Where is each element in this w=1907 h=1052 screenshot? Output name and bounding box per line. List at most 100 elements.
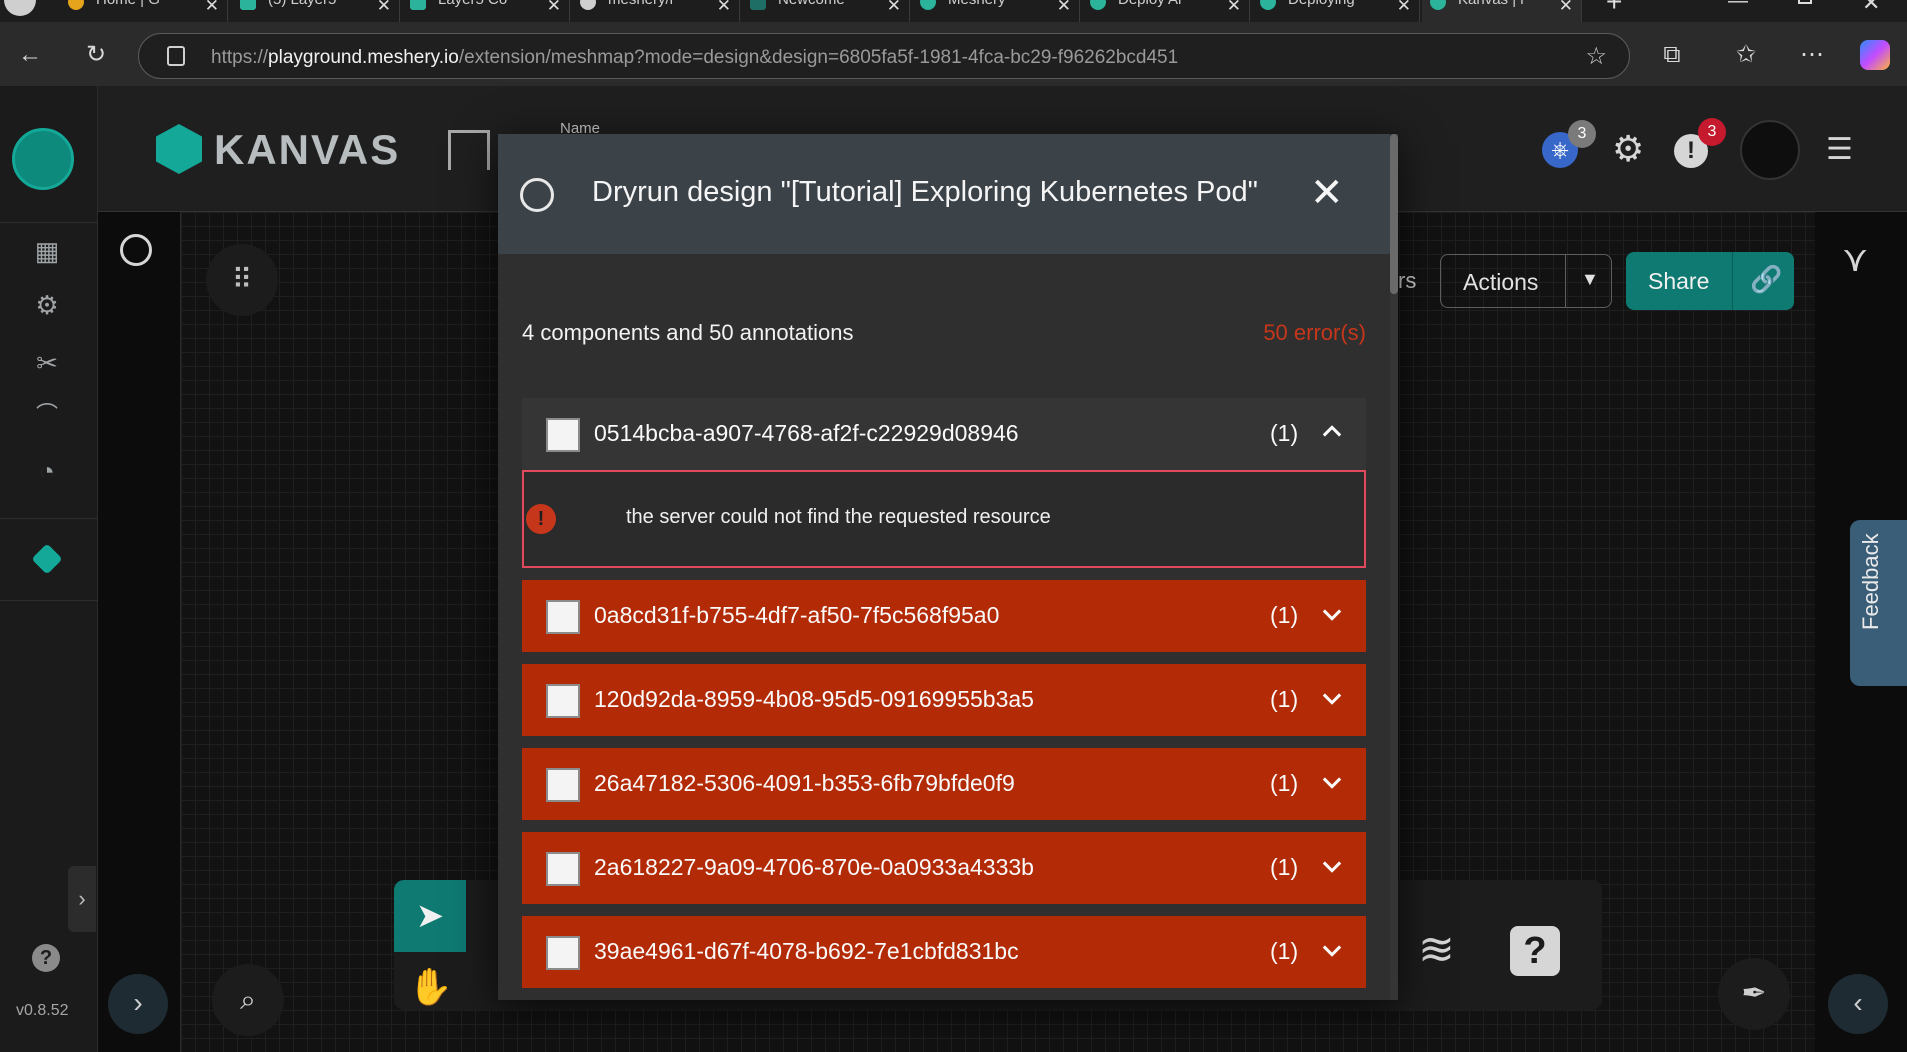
help-icon[interactable]: ? [32, 944, 60, 972]
dryrun-summary: 4 components and 50 annotations [522, 320, 854, 345]
component-row-expanded[interactable]: 0514bcba-a907-4768-af2f-c22929d08946 (1) [522, 398, 1366, 470]
pen-tool-icon[interactable]: ✒ [1718, 958, 1790, 1030]
actions-dropdown-icon[interactable]: ▼ [1581, 269, 1599, 290]
component-error-count: (1) [1270, 602, 1299, 628]
expand-left-button[interactable]: › [108, 974, 168, 1034]
browser-tab-active[interactable]: Kanvas | r ✕ [1422, 0, 1582, 22]
feedback-tab[interactable]: Feedback [1850, 520, 1907, 686]
browser-tab[interactable]: Newcome ✕ [742, 0, 910, 22]
component-error-count: (1) [1270, 938, 1299, 964]
tab-close-icon[interactable]: ✕ [1227, 0, 1241, 16]
share-button[interactable]: Share 🔗 [1626, 252, 1794, 310]
share-divider [1732, 252, 1733, 310]
configuration-tools-icon[interactable]: ✂ [30, 346, 64, 380]
browser-address-bar: ← ↻ https://playground.meshery.io/extens… [0, 22, 1907, 86]
tab-close-icon[interactable]: ✕ [377, 0, 391, 16]
extensions-icon[interactable]: ⧉ [1656, 39, 1688, 71]
browser-tab[interactable]: Meshery ✕ [912, 0, 1080, 22]
favorites-icon[interactable]: ✩ [1730, 39, 1762, 71]
select-pointer-button[interactable]: ➤ [394, 880, 466, 952]
url-host: playground.meshery.io [268, 47, 459, 68]
component-row[interactable]: 120d92da-8959-4b08-95d5-09169955b3a5 (1) [522, 664, 1366, 736]
component-id: 120d92da-8959-4b08-95d5-09169955b3a5 [594, 686, 1034, 712]
hamburger-menu-icon[interactable]: ☰ [1826, 132, 1853, 167]
dialog-header: Dryrun design "[Tutorial] Exploring Kube… [498, 134, 1398, 254]
component-image-icon [546, 768, 580, 802]
layer5-logo-icon[interactable] [120, 234, 152, 266]
tab-favicon-icon [1260, 0, 1276, 10]
new-tab-icon[interactable]: + [1606, 0, 1622, 18]
site-info-icon[interactable] [167, 46, 185, 66]
chevron-down-icon[interactable] [1318, 852, 1346, 880]
version-label: v0.8.52 [16, 1002, 69, 1019]
reload-icon[interactable]: ↻ [80, 39, 112, 71]
error-message-box: ! the server could not find the requeste… [522, 470, 1366, 568]
chevron-down-icon[interactable] [1318, 768, 1346, 796]
browser-tab[interactable]: Deploying ✕ [1252, 0, 1420, 22]
copy-link-icon[interactable]: 🔗 [1750, 264, 1782, 295]
browser-tab[interactable]: Home | G ✕ [60, 0, 228, 22]
browser-tab[interactable]: (5) Layer5 ✕ [232, 0, 400, 22]
tab-favicon-icon [1090, 0, 1106, 10]
component-row[interactable]: 2a618227-9a09-4706-870e-0a0933a4333b (1) [522, 832, 1366, 904]
url-input[interactable]: https://playground.meshery.io/extension/… [138, 33, 1630, 79]
close-window-icon[interactable]: ✕ [1862, 0, 1880, 16]
tab-close-icon[interactable]: ✕ [1397, 0, 1411, 16]
more-menu-icon[interactable]: ⋯ [1796, 39, 1828, 71]
kanvas-logo-icon[interactable] [156, 124, 202, 174]
kanvas-extension-icon[interactable] [31, 543, 63, 575]
extensions-icon[interactable]: ◔ [30, 454, 64, 488]
lifecycle-gears-icon[interactable]: ⚙ [30, 288, 64, 322]
notifications-badge: 3 [1698, 118, 1726, 146]
dashboard-icon[interactable]: ▦ [30, 234, 64, 268]
chevron-down-icon[interactable] [1318, 684, 1346, 712]
component-id: 0514bcba-a907-4768-af2f-c22929d08946 [594, 420, 1019, 446]
chevron-up-icon[interactable] [1318, 418, 1346, 446]
component-id: 39ae4961-d67f-4078-b692-7e1cbfd831bc [594, 938, 1019, 964]
zoom-icon[interactable]: ⌕ [212, 964, 284, 1036]
meshsync-badge: 3 [1568, 120, 1596, 148]
url-text: https://playground.meshery.io/extension/… [211, 47, 1178, 69]
close-icon[interactable]: ✕ [1310, 170, 1344, 216]
chevron-down-icon[interactable] [1318, 600, 1346, 628]
browser-tab[interactable]: Layer5 Co ✕ [402, 0, 570, 22]
expand-rail-button[interactable]: › [68, 866, 96, 932]
back-icon[interactable]: ← [14, 39, 46, 71]
profile-avatar[interactable] [4, 0, 36, 16]
collapse-panel-icon[interactable]: ⋎ [1842, 238, 1868, 280]
tab-close-icon[interactable]: ✕ [547, 0, 561, 16]
component-row[interactable]: 26a47182-5306-4091-b353-6fb79bfde0f9 (1) [522, 748, 1366, 820]
tab-close-icon[interactable]: ✕ [717, 0, 731, 16]
help-question-icon[interactable]: ? [1510, 926, 1560, 976]
tab-close-icon[interactable]: ✕ [1559, 0, 1573, 16]
tab-close-icon[interactable]: ✕ [1057, 0, 1071, 16]
tab-close-icon[interactable]: ✕ [205, 0, 219, 16]
actions-button[interactable]: Actions ▼ [1440, 254, 1612, 308]
performance-icon[interactable]: ⌒ [30, 398, 64, 432]
restore-icon[interactable] [1798, 0, 1812, 4]
minimize-icon[interactable]: — [1728, 0, 1748, 13]
pan-hand-icon[interactable]: ✋ [408, 966, 453, 1008]
settings-gear-icon[interactable]: ⚙ [1612, 128, 1644, 170]
dialog-scrollbar-thumb[interactable] [1390, 134, 1398, 294]
organization-icon[interactable] [448, 130, 490, 170]
url-scheme: https:// [211, 47, 269, 68]
component-row[interactable]: 39ae4961-d67f-4078-b692-7e1cbfd831bc (1) [522, 916, 1366, 988]
user-avatar[interactable] [1740, 120, 1800, 180]
component-image-icon [546, 852, 580, 886]
copilot-icon[interactable] [1860, 40, 1890, 70]
meshery-logo-icon[interactable] [12, 128, 74, 190]
browser-tab[interactable]: Deploy Ar ✕ [1082, 0, 1250, 22]
favorite-star-icon[interactable]: ☆ [1585, 42, 1607, 71]
tab-close-icon[interactable]: ✕ [887, 0, 901, 16]
apps-grid-button[interactable]: ⠿ [206, 244, 278, 316]
expand-right-button[interactable]: ‹ [1828, 974, 1888, 1034]
component-id: 0a8cd31f-b755-4df7-af50-7f5c568f95a0 [594, 602, 1000, 628]
actions-label: Actions [1463, 269, 1539, 295]
browser-tab[interactable]: meshery/r ✕ [572, 0, 740, 22]
component-error-count: (1) [1270, 686, 1299, 712]
chevron-down-icon[interactable] [1318, 936, 1346, 964]
layers-icon[interactable]: ≋ [1418, 924, 1455, 975]
tab-favicon-icon [68, 0, 84, 10]
component-row[interactable]: 0a8cd31f-b755-4df7-af50-7f5c568f95a0 (1) [522, 580, 1366, 652]
